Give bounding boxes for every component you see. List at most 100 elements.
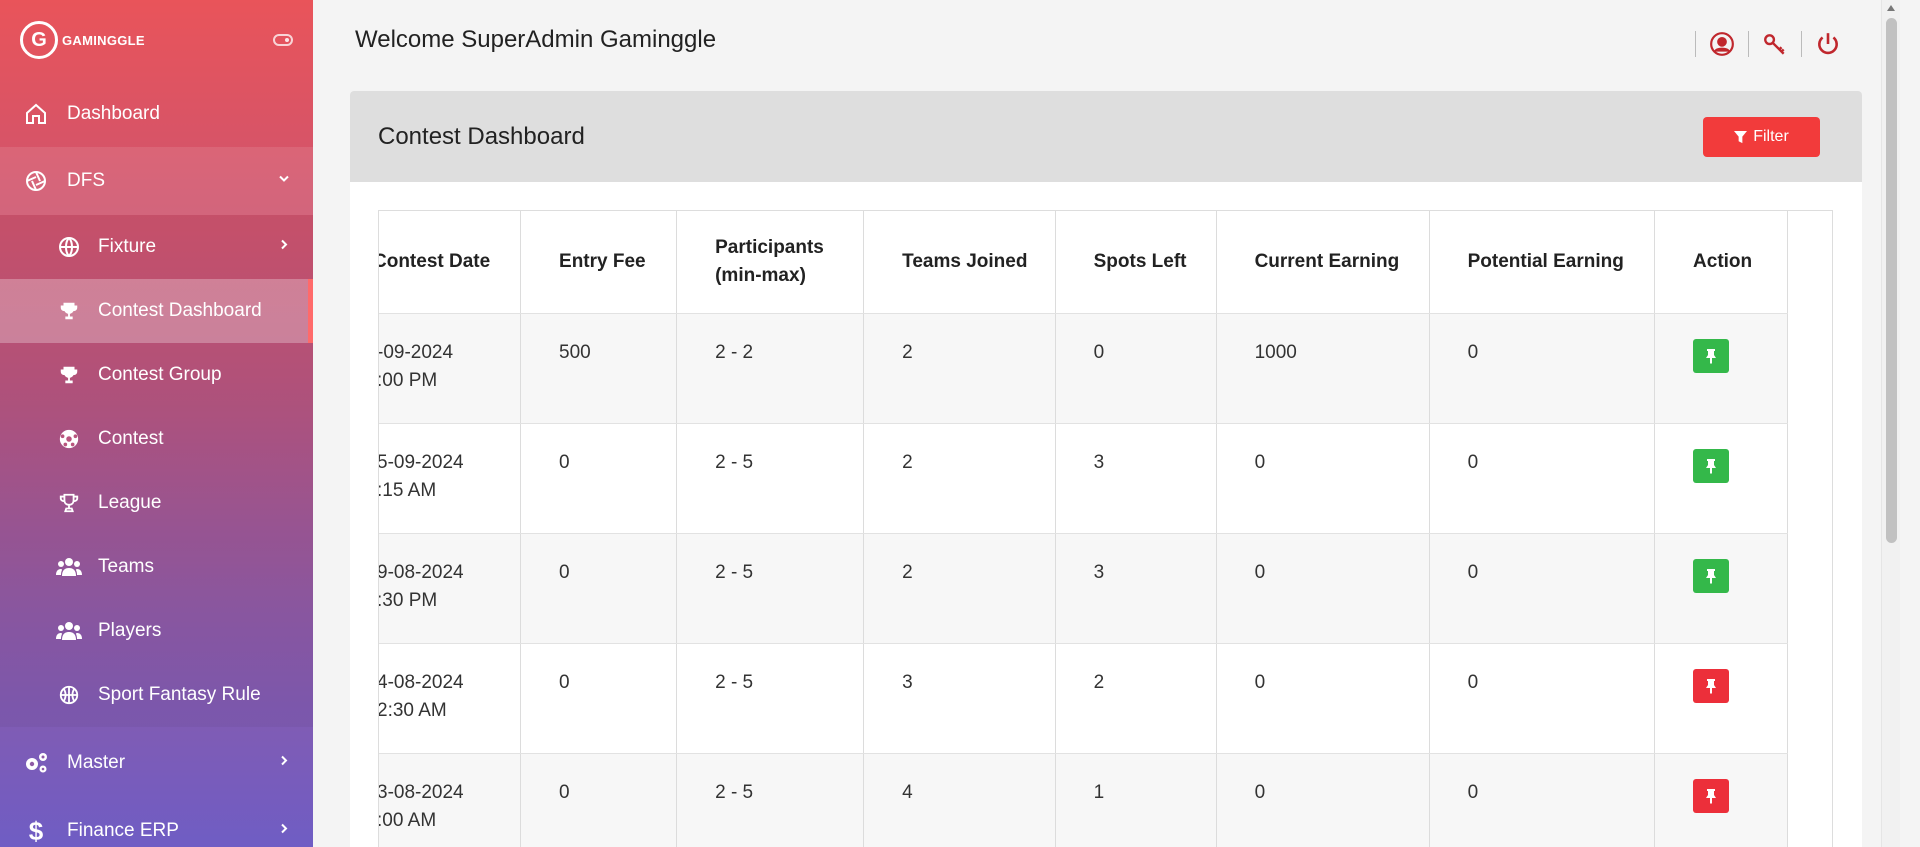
current-earning-cell: 1000: [1216, 313, 1430, 424]
pin-icon: [1706, 348, 1717, 364]
divider: [1748, 31, 1749, 57]
column-header-spots-left[interactable]: Spots Left: [1055, 211, 1217, 314]
sidebar-item-finance-erp[interactable]: $ Finance ERP: [0, 799, 313, 847]
teams-joined-cell: 4: [863, 753, 1056, 847]
user-profile-icon[interactable]: [1708, 30, 1736, 58]
key-icon[interactable]: [1761, 30, 1789, 58]
pin-button[interactable]: [1693, 778, 1730, 813]
action-cell: [1654, 313, 1788, 424]
sidebar-item-label: Master: [67, 752, 126, 773]
time-text: :00 PM: [378, 369, 438, 391]
divider: [1695, 31, 1696, 57]
column-header-contest-date[interactable]: Contest Date: [379, 211, 522, 314]
scroll-up-arrow-icon[interactable]: [1887, 5, 1895, 11]
sidebar-item-league[interactable]: League: [0, 471, 313, 535]
users-icon: [55, 553, 83, 581]
sidebar-item-label: Dashboard: [67, 102, 160, 124]
dfs-submenu: Fixture Contest Dashboard Contest Group …: [0, 215, 313, 727]
action-cell: [1654, 753, 1788, 847]
sidebar-item-dfs[interactable]: DFS: [0, 147, 313, 215]
action-cell: [1654, 533, 1788, 644]
page-scrollbar[interactable]: [1881, 0, 1900, 847]
scroll-thumb[interactable]: [1886, 18, 1897, 543]
sidebar-item-fixture[interactable]: Fixture: [0, 215, 313, 279]
pin-button[interactable]: [1693, 558, 1730, 593]
participants-cell: 2 - 5: [676, 753, 865, 847]
potential-earning-cell: 0: [1429, 643, 1656, 754]
sidebar-item-contest[interactable]: Contest: [0, 407, 313, 471]
column-header-teams-joined[interactable]: Teams Joined: [863, 211, 1056, 314]
action-cell: [1654, 423, 1788, 534]
sidebar-item-label: Teams: [98, 556, 154, 577]
column-header-participants[interactable]: Participants (min-max): [676, 211, 865, 314]
sidebar-item-label: League: [98, 492, 162, 513]
sidebar-item-dashboard[interactable]: Dashboard: [0, 80, 313, 147]
pin-icon: [1706, 678, 1717, 694]
sidebar-item-master[interactable]: Master: [0, 727, 313, 799]
pin-button[interactable]: [1693, 448, 1730, 483]
column-header-action[interactable]: Action: [1654, 211, 1788, 314]
table-row: -09-2024:00 PM 500 2 - 2 2 0 1000 0: [378, 313, 1788, 424]
current-earning-cell: 0: [1216, 643, 1430, 754]
entry-fee-cell: 0: [520, 643, 678, 754]
header-line: (min-max): [715, 264, 806, 286]
gears-icon: [22, 749, 50, 777]
current-earning-cell: 0: [1216, 753, 1430, 847]
time-text: :00 AM: [378, 809, 437, 831]
current-earning-cell: 0: [1216, 423, 1430, 534]
entry-fee-cell: 0: [520, 533, 678, 644]
sidebar-toggle-icon[interactable]: [273, 34, 293, 46]
filter-button[interactable]: Filter: [1703, 117, 1820, 157]
spots-left-cell: 0: [1055, 313, 1217, 424]
contest-table-container[interactable]: Contest Date Entry Fee Participants (min…: [378, 210, 1833, 847]
trophy-icon: [55, 297, 83, 325]
contest-date-cell: -09-2024:00 PM: [378, 313, 522, 424]
sidebar-item-sport-fantasy-rule[interactable]: Sport Fantasy Rule: [0, 663, 313, 727]
header-actions: [1683, 30, 1842, 58]
main-content: Welcome SuperAdmin Gaminggle Contest Das…: [313, 0, 1900, 847]
sidebar-item-label: Players: [98, 620, 162, 641]
pin-button[interactable]: [1693, 338, 1730, 373]
aperture-icon: [22, 167, 50, 195]
column-header-potential-earning[interactable]: Potential Earning: [1429, 211, 1656, 314]
pin-icon: [1706, 568, 1717, 584]
potential-earning-cell: 0: [1429, 423, 1656, 534]
sidebar: G GAMINGGLE Dashboard DFS Fixture Contes…: [0, 0, 313, 847]
users-icon: [55, 617, 83, 645]
sidebar-item-contest-group[interactable]: Contest Group: [0, 343, 313, 407]
column-header-current-earning[interactable]: Current Earning: [1216, 211, 1430, 314]
sidebar-item-teams[interactable]: Teams: [0, 535, 313, 599]
entry-fee-cell: 0: [520, 753, 678, 847]
contest-date-cell: 5-09-2024:15 AM: [378, 423, 522, 534]
contest-table: Contest Date Entry Fee Participants (min…: [378, 211, 1788, 847]
table-row: 4-08-2024 2:30 AM 0 2 - 53200: [379, 643, 1788, 754]
chevron-right-icon: [277, 754, 291, 773]
sidebar-item-players[interactable]: Players: [0, 599, 313, 663]
sidebar-item-contest-dashboard[interactable]: Contest Dashboard: [0, 279, 313, 343]
participants-cell: 2 - 2: [676, 313, 865, 424]
potential-earning-cell: 0: [1429, 533, 1656, 644]
sidebar-item-label: Contest Dashboard: [98, 300, 262, 321]
chevron-right-icon: [277, 238, 291, 257]
sidebar-item-label: Fixture: [98, 236, 157, 257]
time-text: :15 AM: [378, 479, 437, 501]
pin-button[interactable]: [1693, 668, 1730, 703]
column-header-entry-fee[interactable]: Entry Fee: [520, 211, 678, 314]
welcome-text: Welcome SuperAdmin Gaminggle: [355, 26, 717, 53]
power-icon[interactable]: [1814, 30, 1842, 58]
spots-left-cell: 3: [1055, 533, 1217, 644]
brand-logo-icon: G: [20, 21, 58, 59]
chevron-down-icon: [277, 172, 291, 191]
contest-date-cell: 4-08-2024 2:30 AM: [379, 643, 522, 754]
page-title: Contest Dashboard: [378, 122, 585, 150]
teams-joined-cell: 2: [863, 423, 1056, 534]
spots-left-cell: 2: [1055, 643, 1217, 754]
pin-icon: [1706, 458, 1717, 474]
teams-joined-cell: 2: [863, 533, 1056, 644]
contest-dashboard-card: Contest Dashboard Filter Contest Date En…: [350, 91, 1862, 847]
sidebar-item-label: Contest: [98, 428, 164, 449]
action-cell: [1654, 643, 1788, 754]
table-body: -09-2024:00 PM 500 2 - 2 2 0 1000 0 5-09-2024:1…: [378, 313, 1788, 847]
potential-earning-cell: 0: [1429, 313, 1656, 424]
basketball-icon: [55, 681, 83, 709]
